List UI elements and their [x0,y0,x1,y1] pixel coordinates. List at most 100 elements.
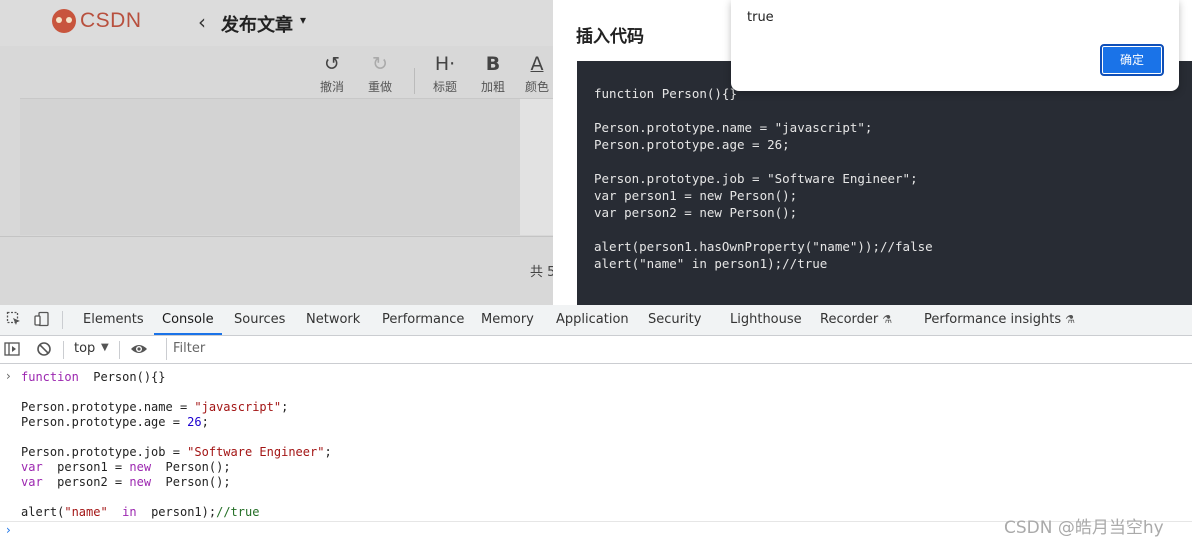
tab-performance-insights[interactable]: Performance insights ⚗ [924,305,1075,335]
alert-dialog: true 确定 [731,0,1179,91]
tab-label: Console [162,312,214,327]
sidebar-toggle-icon[interactable] [4,341,20,357]
tabbar-divider [62,311,63,329]
tab-lighthouse[interactable]: Lighthouse [730,305,802,335]
code-token: ; [201,415,209,429]
code-token: //true [216,505,260,519]
tab-label: Lighthouse [730,312,802,327]
code-token: "name" [64,505,108,519]
bar-divider [63,341,64,359]
logo-text: CSDN [80,9,142,32]
editor-preview-area [520,99,553,235]
tab-label: Memory [481,312,534,327]
console-prompt-icon[interactable]: › [6,523,11,537]
bold-label: 加粗 [480,80,505,94]
code-token: var [21,475,43,489]
eye-icon[interactable] [130,342,148,356]
bar-divider [119,341,120,359]
tab-label: Sources [234,312,286,327]
tab-application[interactable]: Application [556,305,629,335]
toolbar-divider [414,68,415,94]
code-token: Person(){} [78,370,166,384]
heading-button[interactable]: H· 标题 [423,52,467,95]
undo-icon: ↺ [324,53,340,75]
tab-console[interactable]: Console [154,305,222,335]
tab-network[interactable]: Network [306,305,360,335]
experiment-flask-icon: ⚗ [882,313,893,326]
color-label: 颜色 [524,80,549,94]
console-toolbar: top ▼ Filter [0,336,1192,364]
redo-label: 重做 [367,80,392,94]
tab-sources[interactable]: Sources [234,305,285,335]
console-output: › function Person(){} Person.prototype.n… [0,365,1192,522]
code-token: person1); [136,505,217,519]
tab-security[interactable]: Security [648,305,701,335]
code-token: Person(); [151,475,231,489]
tab-memory[interactable]: Memory [481,305,534,335]
code-token: ; [324,445,332,459]
devtools-panel: Elements Console Sources Network Performance… [0,305,1192,544]
tab-label: Elements [83,312,144,327]
redo-icon: ↻ [372,53,388,75]
tab-elements[interactable]: Elements [83,305,144,335]
font-color-icon: A [530,53,544,75]
tab-label: Recorder [820,312,879,327]
csdn-logo[interactable]: CSDN [52,9,142,33]
chevron-right-icon: › [6,369,11,383]
tab-recorder[interactable]: Recorder ⚗ [820,305,892,335]
tab-performance[interactable]: Performance [382,305,464,335]
ok-button[interactable]: 确定 [1100,44,1164,76]
console-code: function Person(){} Person.prototype.nam… [21,370,332,520]
clear-console-icon[interactable] [36,341,52,357]
tab-label: Performance [382,312,465,327]
tab-label: Security [648,312,702,327]
code-token: Person(); [151,460,231,474]
code-token: var [21,460,43,474]
heading-icon: H· [434,53,456,75]
code-token: Person.prototype.job = [21,445,188,459]
code-token: function [21,370,79,384]
code-token: Person.prototype.name = [21,400,195,414]
editor-content-area[interactable] [20,99,520,235]
redo-button[interactable]: ↻ 重做 [358,52,402,95]
watermark: CSDN @皓月当空hy [1004,518,1164,538]
bold-icon: B [485,53,501,75]
device-toolbar-icon[interactable] [34,311,50,327]
undo-button[interactable]: ↺ 撤消 [310,52,354,95]
code-text[interactable]: function Person(){} Person.prototype.nam… [594,85,933,272]
bold-button[interactable]: B 加粗 [471,52,515,95]
tab-label: Network [306,312,361,327]
code-token: person1 = [42,460,130,474]
color-button[interactable]: A 颜色 [521,52,553,95]
dialog-title: 插入代码 [576,27,644,47]
footer-divider [0,236,553,237]
tab-label: Application [556,312,629,327]
back-chevron-icon[interactable]: ‹ [198,10,206,34]
undo-label: 撤消 [319,80,344,94]
chevron-down-icon[interactable]: ▾ [300,13,306,27]
alert-message: true [747,10,774,25]
word-count: 共 5 [530,265,556,280]
code-token: new [129,475,152,489]
filter-input[interactable]: Filter [166,338,1073,360]
code-token: "Software Engineer" [187,445,325,459]
code-token: new [129,460,152,474]
devtools-tabbar: Elements Console Sources Network Performance… [0,305,1192,336]
code-token: person2 = [42,475,130,489]
code-token: in [122,505,137,519]
code-token: 26 [187,415,202,429]
experiment-flask-icon: ⚗ [1065,313,1075,326]
code-token: ; [281,400,289,414]
code-editor[interactable]: function Person(){} Person.prototype.nam… [577,61,1192,305]
csdn-mascot-icon [52,9,76,33]
code-token: alert( [21,505,65,519]
context-selector[interactable]: top [74,341,95,356]
code-token: Person.prototype.age = [21,415,188,429]
chevron-down-icon[interactable]: ▼ [101,342,109,353]
tab-label: Performance insights [924,312,1062,327]
code-token: "javascript" [194,400,282,414]
page-title[interactable]: 发布文章 [221,11,293,37]
inspect-element-icon[interactable] [6,311,22,327]
heading-label: 标题 [432,80,457,94]
